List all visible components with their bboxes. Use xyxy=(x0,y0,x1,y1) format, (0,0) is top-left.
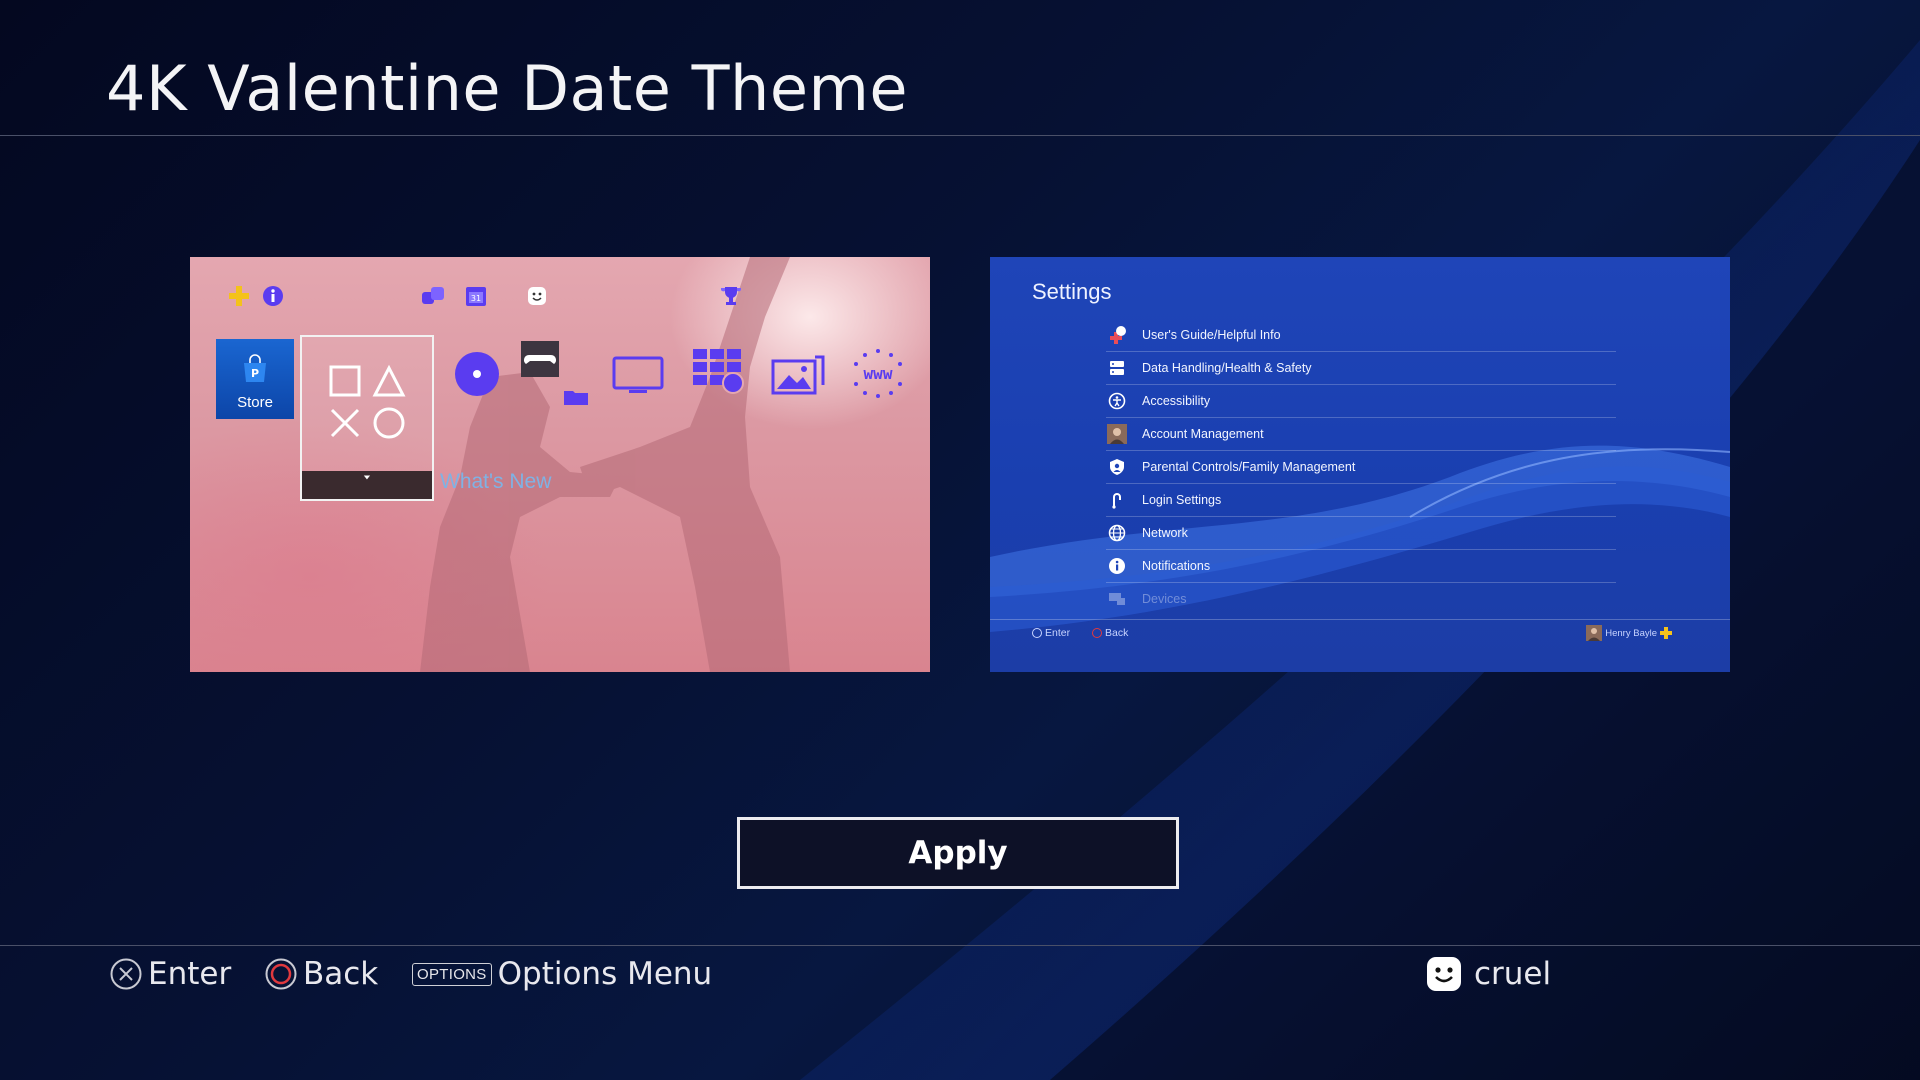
tv-grid-icon[interactable] xyxy=(690,347,746,395)
hint-options-label: Options Menu xyxy=(497,956,713,992)
settings-footer-back: Back xyxy=(1092,627,1128,639)
page-title: 4K Valentine Date Theme xyxy=(106,52,908,125)
folder-icon[interactable] xyxy=(562,387,590,407)
login-icon xyxy=(1106,489,1128,511)
library-tile-selected[interactable]: 🢓 xyxy=(300,335,434,501)
store-tile[interactable]: P Store xyxy=(216,339,294,419)
settings-item-label: User's Guide/Helpful Info xyxy=(1142,328,1281,342)
trophy-icon[interactable] xyxy=(718,283,744,309)
settings-item-login[interactable]: Login Settings xyxy=(1106,484,1616,517)
tv-video-icon[interactable] xyxy=(610,353,666,397)
settings-screen-preview: Settings User's Guide/Helpful Info Data … xyxy=(990,257,1730,672)
header-divider xyxy=(0,135,1920,136)
profile-face-icon[interactable] xyxy=(524,283,550,309)
info-icon xyxy=(1106,555,1128,577)
settings-item-devices[interactable]: Devices xyxy=(1106,583,1616,615)
footer-user-name: Henry Bayle xyxy=(1605,627,1657,639)
svg-text:P: P xyxy=(251,367,259,380)
circle-button-icon xyxy=(265,958,297,990)
cross-button-icon xyxy=(1032,628,1042,638)
settings-item-label: Devices xyxy=(1142,592,1187,606)
settings-item-parental[interactable]: Parental Controls/Family Management xyxy=(1106,451,1616,484)
current-user: cruel xyxy=(1426,953,1551,995)
user-face-icon xyxy=(1427,957,1461,991)
settings-item-notifications[interactable]: Notifications xyxy=(1106,550,1616,583)
hint-options: OPTIONS Options Menu xyxy=(412,953,712,995)
home-screen-preview: 31 P Store 🢓 www What's New xyxy=(190,257,930,672)
hint-enter-label: Enter xyxy=(148,956,232,992)
settings-item-label: Data Handling/Health & Safety xyxy=(1142,361,1312,375)
settings-footer-enter: Enter xyxy=(1032,627,1070,639)
globe-icon xyxy=(1106,522,1128,544)
settings-item-network[interactable]: Network xyxy=(1106,517,1616,550)
hint-back-label: Back xyxy=(303,956,379,992)
friends-icon[interactable] xyxy=(420,283,446,309)
ps-shapes-icon xyxy=(329,364,406,439)
settings-item-label: Notifications xyxy=(1142,559,1211,573)
help-icon xyxy=(1106,324,1128,346)
footer-back-label: Back xyxy=(1105,627,1129,639)
accessibility-icon xyxy=(1106,390,1128,412)
options-button-icon: OPTIONS xyxy=(412,962,492,986)
user-name: cruel xyxy=(1474,956,1552,992)
whats-new-label: What's New xyxy=(440,470,552,493)
data-handling-icon xyxy=(1106,357,1128,379)
account-avatar-icon xyxy=(1106,423,1128,445)
store-label: Store xyxy=(237,394,273,411)
settings-list: User's Guide/Helpful Info Data Handling/… xyxy=(1106,319,1616,615)
footer-enter-label: Enter xyxy=(1045,627,1071,639)
hint-back: Back xyxy=(265,953,378,995)
settings-item-label: Accessibility xyxy=(1142,394,1211,408)
settings-item-label: Login Settings xyxy=(1142,493,1222,507)
settings-item-users-guide[interactable]: User's Guide/Helpful Info xyxy=(1106,319,1616,352)
www-browser-icon[interactable]: www xyxy=(848,347,908,399)
settings-item-label: Parental Controls/Family Management xyxy=(1142,460,1356,474)
game-controller-tile[interactable] xyxy=(520,339,560,379)
store-bag-icon: P xyxy=(244,354,266,382)
hint-enter: Enter xyxy=(110,953,231,995)
cross-button-icon xyxy=(110,958,142,990)
settings-item-account[interactable]: Account Management xyxy=(1106,418,1616,451)
info-circle-icon[interactable] xyxy=(260,283,286,309)
settings-item-label: Network xyxy=(1142,526,1188,540)
tile-down-arrow: 🢓 xyxy=(302,471,432,499)
settings-footer-divider xyxy=(990,619,1730,620)
circle-button-icon xyxy=(1092,628,1102,638)
svg-text:31: 31 xyxy=(471,294,481,303)
ps-plus-icon xyxy=(1660,627,1672,639)
settings-footer-user: Henry Bayle xyxy=(1586,625,1672,641)
svg-text:www: www xyxy=(864,364,893,383)
user-avatar-icon xyxy=(1586,625,1603,641)
settings-item-data-handling[interactable]: Data Handling/Health & Safety xyxy=(1106,352,1616,385)
settings-footer: Enter Back Henry Bayle xyxy=(1032,625,1672,645)
settings-title: Settings xyxy=(1032,279,1112,304)
parental-controls-icon xyxy=(1106,456,1128,478)
calendar-icon[interactable]: 31 xyxy=(463,283,489,309)
settings-item-label: Account Management xyxy=(1142,427,1264,441)
gallery-icon[interactable] xyxy=(770,353,826,397)
footer-divider xyxy=(0,945,1920,946)
apply-button[interactable]: Apply xyxy=(737,817,1179,889)
disc-icon[interactable] xyxy=(452,349,502,399)
settings-item-accessibility[interactable]: Accessibility xyxy=(1106,385,1616,418)
devices-icon xyxy=(1106,588,1128,610)
ps-plus-icon[interactable] xyxy=(226,283,252,309)
